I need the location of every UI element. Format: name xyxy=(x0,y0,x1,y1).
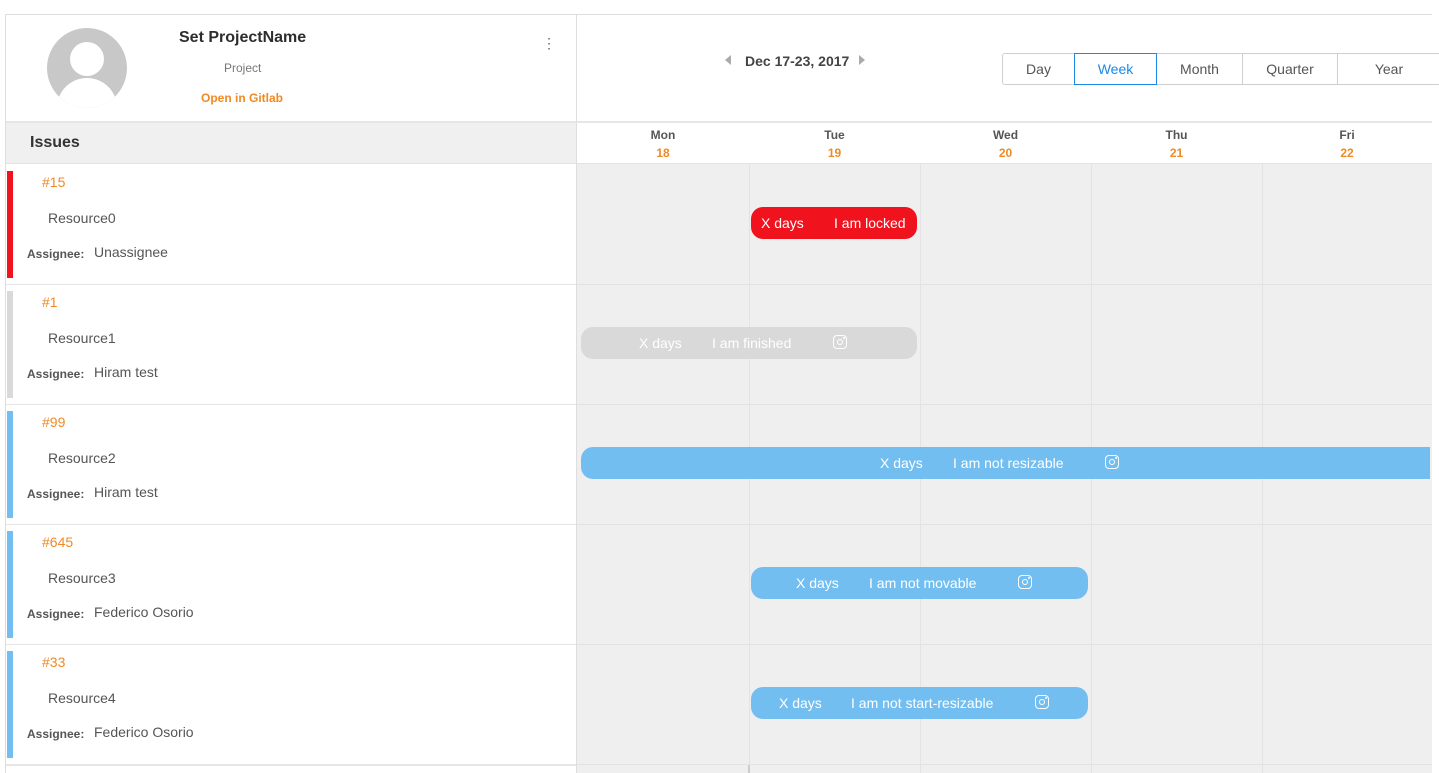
assignee-value: Federico Osorio xyxy=(94,724,194,740)
issues-title: Issues xyxy=(30,134,80,151)
open-in-gitlab-link[interactable]: Open in Gitlab xyxy=(201,91,283,105)
assignee-label: Assignee: xyxy=(27,247,85,261)
next-week-button[interactable] xyxy=(859,53,869,67)
issues-header: Issues xyxy=(6,123,576,164)
resource-name: Resource0 xyxy=(48,210,116,226)
resource-name: Resource2 xyxy=(48,450,116,466)
assignee-label: Assignee: xyxy=(27,607,85,621)
day-name: Tue xyxy=(824,128,845,142)
day-date: 19 xyxy=(827,146,842,160)
mode-week-button[interactable]: Week xyxy=(1074,53,1157,85)
mode-quarter-button[interactable]: Quarter xyxy=(1242,53,1338,85)
resource-name: Resource4 xyxy=(48,690,116,706)
status-color-bar xyxy=(7,171,13,278)
status-color-bar xyxy=(7,651,13,758)
status-color-bar xyxy=(7,531,13,638)
task-duration: X days xyxy=(639,335,682,351)
task-bar[interactable]: X days I am not start-resizable xyxy=(751,687,1088,719)
grid-line xyxy=(577,404,1432,405)
status-color-bar xyxy=(7,291,13,398)
task-title: I am not resizable xyxy=(953,455,1064,471)
day-column-header: Thu 21 xyxy=(1091,123,1262,163)
chevron-right-icon xyxy=(859,55,865,65)
prev-week-button[interactable] xyxy=(725,53,735,67)
task-bar[interactable]: X days I am not resizable xyxy=(581,447,1430,479)
task-duration: X days xyxy=(779,695,822,711)
more-menu-icon[interactable]: ⋮ xyxy=(542,34,556,52)
grid-line xyxy=(577,644,1432,645)
task-duration: X days xyxy=(796,575,839,591)
grid-line xyxy=(577,284,1432,285)
avatar-head xyxy=(70,42,104,76)
instagram-icon[interactable] xyxy=(1105,455,1119,469)
issue-row[interactable]: #1 Resource1 Assignee: Hiram test xyxy=(6,285,576,405)
assignee-value: Hiram test xyxy=(94,484,158,500)
day-date: 22 xyxy=(1340,146,1354,160)
mode-month-button[interactable]: Month xyxy=(1156,53,1243,85)
project-subtitle: Project xyxy=(224,61,262,75)
instagram-icon[interactable] xyxy=(1018,575,1032,589)
days-header: Mon 18 Tue 19 Wed 20 Thu 21 Fri 22 xyxy=(577,123,1432,164)
task-title: I am locked xyxy=(834,215,906,231)
chevron-left-icon xyxy=(725,55,731,65)
grid-line xyxy=(577,764,1432,765)
task-title: I am not movable xyxy=(869,575,977,591)
day-date: 20 xyxy=(998,146,1013,160)
resource-name: Resource1 xyxy=(48,330,116,346)
issue-row-partial xyxy=(6,765,576,773)
issue-row[interactable]: #645 Resource3 Assignee: Federico Osorio xyxy=(6,525,576,645)
task-title: I am not start-resizable xyxy=(851,695,994,711)
issue-id[interactable]: #645 xyxy=(42,534,73,550)
day-column-header: Tue 19 xyxy=(749,123,920,163)
assignee-label: Assignee: xyxy=(27,727,85,741)
day-column-header: Wed 20 xyxy=(920,123,1091,163)
instagram-icon[interactable] xyxy=(833,335,847,349)
issue-row[interactable]: #15 Resource0 Assignee: Unassignee xyxy=(6,165,576,285)
assignee-value: Hiram test xyxy=(94,364,158,380)
task-title: I am finished xyxy=(712,335,792,351)
assignee-label: Assignee: xyxy=(27,367,85,381)
mode-day-button[interactable]: Day xyxy=(1002,53,1075,85)
assignee-value: Unassignee xyxy=(94,244,168,260)
day-name: Thu xyxy=(1165,128,1188,142)
assignee-value: Federico Osorio xyxy=(94,604,194,620)
grid-line xyxy=(577,524,1432,525)
task-bar[interactable]: X days I am not movable xyxy=(751,567,1088,599)
project-name: Set ProjectName xyxy=(179,29,307,46)
task-duration: X days xyxy=(880,455,923,471)
avatar-body xyxy=(57,78,117,108)
grid-line xyxy=(748,765,750,773)
date-range: Dec 17-23, 2017 xyxy=(745,53,850,69)
issue-row[interactable]: #33 Resource4 Assignee: Federico Osorio xyxy=(6,645,576,765)
issue-id[interactable]: #99 xyxy=(42,414,65,430)
view-mode-switcher: Day Week Month Quarter Year xyxy=(1002,53,1439,85)
assignee-label: Assignee: xyxy=(27,487,85,501)
resource-name: Resource3 xyxy=(48,570,116,586)
day-column-header: Mon 18 xyxy=(577,123,749,163)
issue-id[interactable]: #1 xyxy=(42,294,58,310)
task-bar[interactable]: X days I am finished xyxy=(581,327,917,359)
task-duration: X days xyxy=(761,215,804,231)
task-bar[interactable]: X days I am locked xyxy=(751,207,917,239)
day-name: Fri xyxy=(1339,128,1355,142)
day-date: 21 xyxy=(1169,146,1184,160)
day-column-header: Fri 22 xyxy=(1262,123,1432,163)
day-name: Wed xyxy=(992,128,1019,142)
avatar xyxy=(47,28,127,108)
status-color-bar xyxy=(7,411,13,518)
issue-id[interactable]: #33 xyxy=(42,654,65,670)
day-name: Mon xyxy=(650,128,676,142)
issue-row[interactable]: #99 Resource2 Assignee: Hiram test xyxy=(6,405,576,525)
day-date: 18 xyxy=(656,146,670,160)
mode-year-button[interactable]: Year xyxy=(1337,53,1439,85)
issue-id[interactable]: #15 xyxy=(42,174,65,190)
instagram-icon[interactable] xyxy=(1035,695,1049,709)
